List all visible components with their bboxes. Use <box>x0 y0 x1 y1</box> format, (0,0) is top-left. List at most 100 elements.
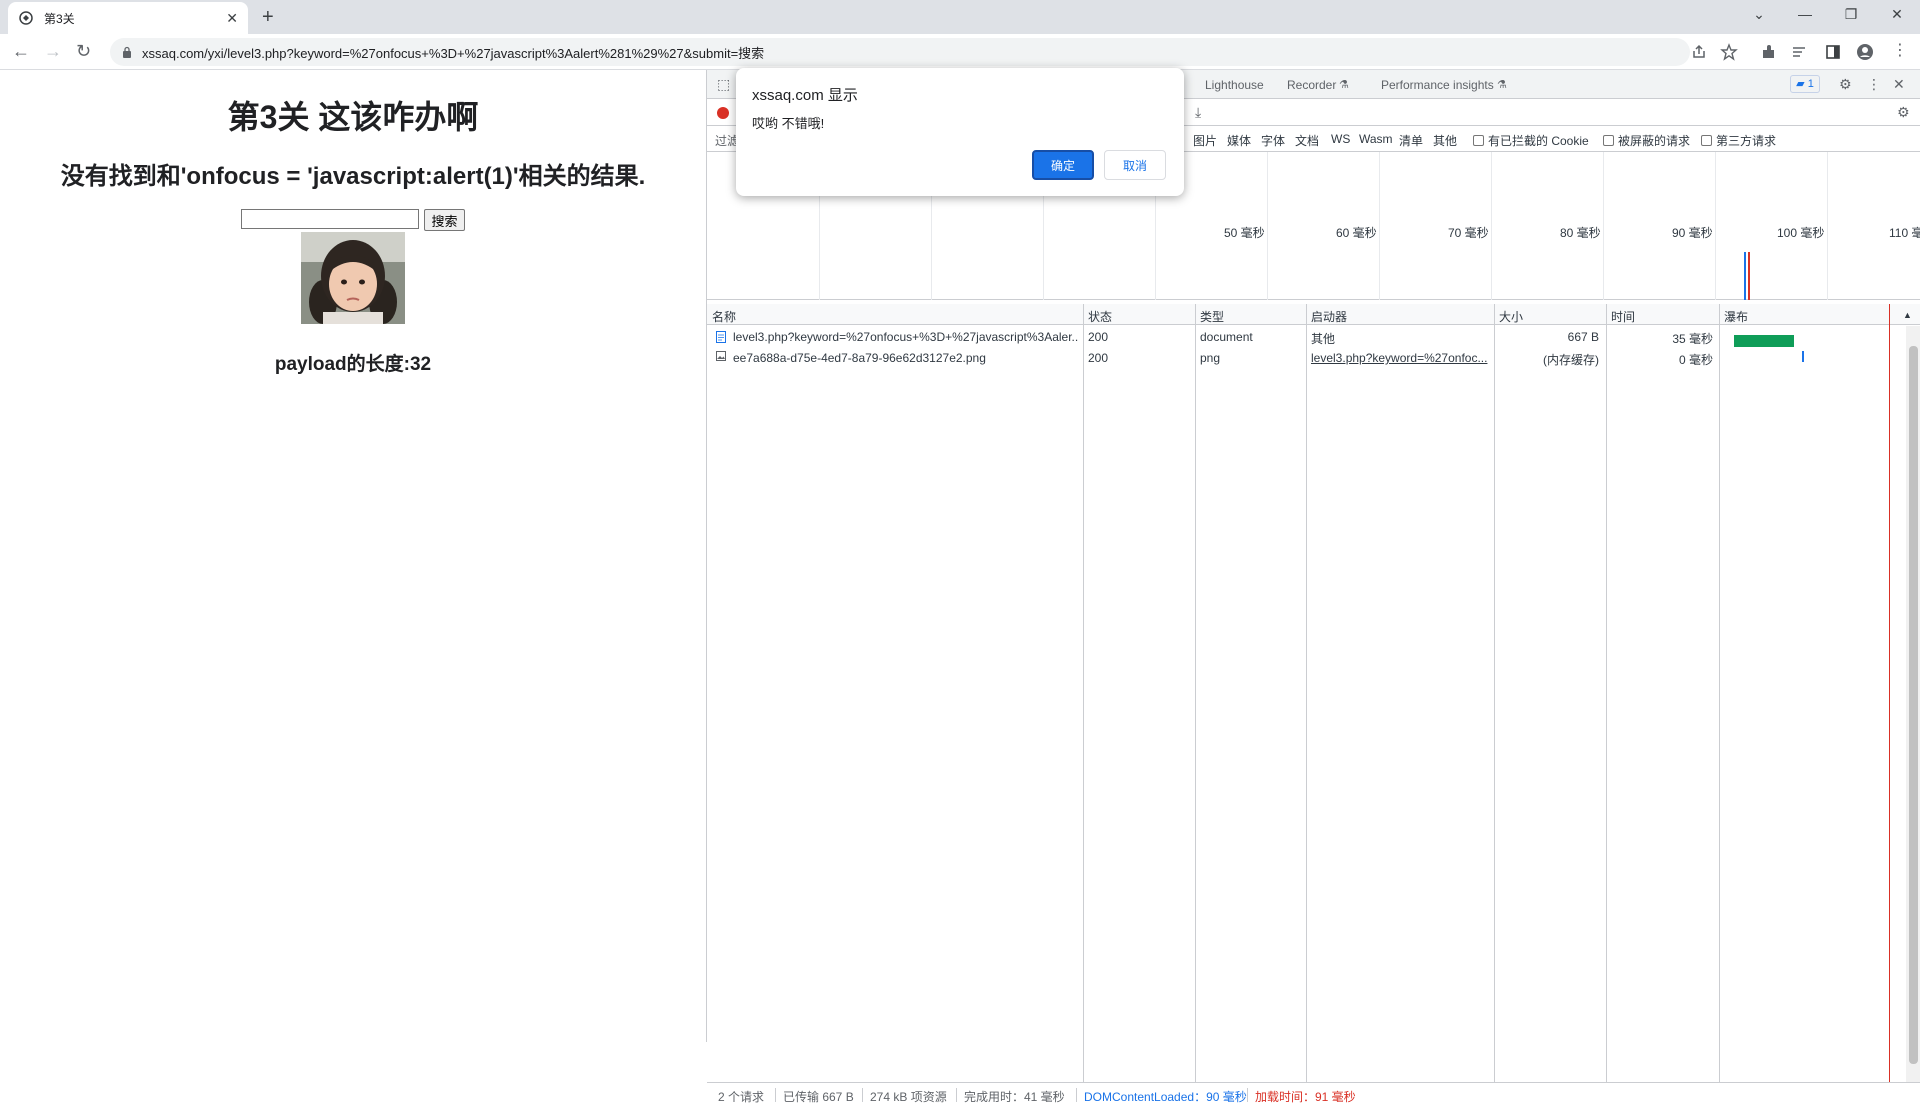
ok-button[interactable]: 确定 <box>1032 150 1094 180</box>
col-name[interactable]: 名称 <box>712 308 736 325</box>
col-status[interactable]: 状态 <box>1088 308 1112 325</box>
payload-length: payload的长度:32 <box>274 354 432 375</box>
sort-up-icon[interactable]: ▲ <box>1903 310 1912 320</box>
recorder-flask-icon: ⚗ <box>1339 79 1349 91</box>
col-size[interactable]: 大小 <box>1499 308 1523 325</box>
load-time: 加载时间：91 毫秒 <box>1255 1090 1356 1104</box>
side-panel-icon[interactable] <box>1824 43 1842 61</box>
image-file-icon <box>716 351 726 361</box>
back-icon[interactable]: ← <box>12 42 30 60</box>
request-size: (内存缓存) <box>1543 353 1599 367</box>
column-divider <box>1306 304 1307 1082</box>
col-initiator[interactable]: 启动器 <box>1311 308 1347 325</box>
grid-line <box>1379 152 1380 300</box>
inspect-element-icon[interactable]: ⬚ <box>717 77 730 91</box>
share-icon[interactable] <box>1690 43 1708 61</box>
col-type[interactable]: 类型 <box>1200 308 1224 325</box>
devtools-close-icon[interactable]: ✕ <box>1893 77 1905 91</box>
checkbox-label: 有已拦截的 Cookie <box>1488 134 1589 148</box>
tab-search-icon[interactable]: ⌄ <box>1736 6 1782 23</box>
filter-wasm[interactable]: Wasm <box>1359 132 1393 146</box>
restore-icon[interactable]: ❐ <box>1828 6 1874 23</box>
browser-tab[interactable]: 第3关 ✕ <box>8 2 248 34</box>
resources-size: 274 kB 项资源 <box>870 1090 947 1104</box>
address-bar[interactable]: xssaq.com/yxi/level3.php?keyword=%27onfo… <box>110 38 1690 66</box>
browser-menu-icon[interactable]: ⋮ <box>1892 42 1908 60</box>
reading-list-icon[interactable] <box>1790 43 1808 61</box>
request-type: png <box>1200 351 1221 365</box>
reload-icon[interactable]: ↻ <box>76 42 91 60</box>
filter-other[interactable]: 其他 <box>1433 132 1457 149</box>
devtools-panel: ⬚ Lighthouse Recorder ⚗ Performance insi… <box>706 70 1920 1106</box>
status-divider <box>1247 1088 1248 1102</box>
checkbox-label: 第三方请求 <box>1716 134 1777 148</box>
filter-media[interactable]: 媒体 <box>1227 132 1251 149</box>
network-settings-icon[interactable]: ⚙ <box>1897 105 1910 119</box>
filter-doc[interactable]: 文档 <box>1295 132 1319 149</box>
blocked-cookies-checkbox[interactable]: 有已拦截的 Cookie <box>1473 132 1589 149</box>
column-divider <box>1719 304 1720 1082</box>
new-tab-icon[interactable]: + <box>262 7 274 27</box>
bookmark-star-icon[interactable] <box>1720 43 1738 61</box>
tab-close-icon[interactable]: ✕ <box>226 10 238 27</box>
request-status: 200 <box>1088 351 1109 365</box>
cancel-button[interactable]: 取消 <box>1104 150 1166 180</box>
timeline-tick: 110 毫 <box>1889 226 1920 240</box>
blocked-requests-checkbox[interactable]: 被屏蔽的请求 <box>1603 132 1690 149</box>
keyword-input[interactable] <box>241 209 420 229</box>
filter-font[interactable]: 字体 <box>1261 132 1285 149</box>
col-waterfall[interactable]: 瀑布 <box>1724 308 1748 325</box>
extensions-icon[interactable] <box>1760 43 1778 61</box>
grid-line <box>1827 152 1828 300</box>
document-icon <box>716 331 726 343</box>
waterfall-bar <box>1734 335 1794 347</box>
devtools-settings-icon[interactable]: ⚙ <box>1839 77 1852 91</box>
timeline-tick: 70 毫秒 <box>1448 226 1489 240</box>
timeline-tick: 60 毫秒 <box>1336 226 1377 240</box>
dialog-message: 哎哟 不错哦! <box>752 116 825 131</box>
tab-recorder[interactable]: Recorder <box>1287 78 1336 92</box>
minimize-icon[interactable]: — <box>1782 6 1828 22</box>
profile-avatar-icon[interactable] <box>1856 43 1874 61</box>
lock-icon <box>123 46 131 58</box>
browser-titlebar: 第3关 ✕ + ⌄ — ❐ ✕ <box>0 0 1920 34</box>
finish-time: 完成用时：41 毫秒 <box>964 1090 1065 1104</box>
tab-lighthouse[interactable]: Lighthouse <box>1205 78 1264 92</box>
request-status: 200 <box>1088 330 1109 344</box>
third-party-checkbox[interactable]: 第三方请求 <box>1701 132 1776 149</box>
download-har-icon[interactable]: ⤓ <box>1195 105 1201 119</box>
grid-line <box>1603 152 1604 300</box>
request-type: document <box>1200 330 1253 344</box>
status-divider <box>1076 1088 1077 1102</box>
col-time[interactable]: 时间 <box>1611 308 1635 325</box>
filter-manifest[interactable]: 清单 <box>1399 132 1423 149</box>
request-initiator-link[interactable]: level3.php?keyword=%27onfoc... <box>1311 351 1489 365</box>
page-favicon-icon <box>19 11 33 25</box>
issues-badge[interactable]: ▰ 1 <box>1790 75 1820 93</box>
search-button[interactable]: 搜索 <box>424 209 465 231</box>
level-picture <box>301 232 405 324</box>
issues-icon: ▰ <box>1796 78 1805 90</box>
table-row[interactable]: level3.php?keyword=%27onfocus+%3D+%27jav… <box>707 326 1902 347</box>
waterfall-tick <box>1802 351 1804 362</box>
record-icon[interactable] <box>717 107 729 119</box>
grid-line <box>1267 152 1268 300</box>
alert-dialog: xssaq.com 显示 哎哟 不错哦! 确定 取消 <box>736 68 1184 196</box>
table-row[interactable]: ee7a688a-d75e-4ed7-8a79-96e62d3127e2.png… <box>707 347 1902 368</box>
filter-img[interactable]: 图片 <box>1193 132 1217 149</box>
forward-icon[interactable]: → <box>44 42 62 60</box>
request-name: ee7a688a-d75e-4ed7-8a79-96e62d3127e2.png <box>733 351 986 365</box>
dialog-title: xssaq.com 显示 <box>752 87 858 104</box>
dcl-marker <box>1744 252 1746 300</box>
network-status-bar: 2 个请求 已传输 667 B 274 kB 项资源 完成用时：41 毫秒 DO… <box>707 1082 1920 1106</box>
issues-count: 1 <box>1807 78 1814 90</box>
filter-ws[interactable]: WS <box>1331 132 1350 146</box>
request-table-header: 名称 状态 类型 启动器 大小 时间 瀑布 ▲ <box>707 304 1920 325</box>
checkbox-box <box>1603 135 1614 146</box>
tab-performance-insights[interactable]: Performance insights <box>1381 78 1494 92</box>
window-close-icon[interactable]: ✕ <box>1874 6 1920 23</box>
status-divider <box>862 1088 863 1102</box>
devtools-menu-icon[interactable]: ⋮ <box>1867 77 1881 91</box>
scrollbar-thumb[interactable] <box>1909 346 1918 1064</box>
transferred-size: 已传输 667 B <box>783 1090 854 1104</box>
